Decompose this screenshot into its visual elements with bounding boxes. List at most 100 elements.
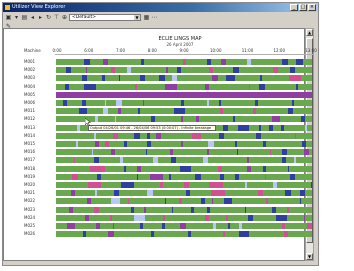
timeline-segment[interactable] — [131, 206, 134, 213]
timeline-segment[interactable] — [306, 223, 312, 229]
timeline-segment[interactable] — [187, 231, 191, 238]
timeline-segment[interactable] — [83, 231, 87, 238]
machine-timeline-row[interactable] — [56, 157, 312, 164]
timeline-segment[interactable] — [271, 206, 276, 213]
machine-timeline-row[interactable] — [56, 132, 312, 139]
timeline-segment[interactable] — [271, 116, 281, 123]
timeline-segment[interactable] — [262, 141, 266, 147]
timeline-segment[interactable] — [109, 214, 113, 221]
timeline-segment[interactable] — [119, 75, 121, 82]
timeline-segment[interactable] — [140, 75, 145, 82]
timeline-segment[interactable] — [246, 157, 249, 164]
timeline-segment[interactable] — [288, 75, 302, 82]
timeline-segment[interactable] — [218, 132, 224, 139]
timeline-segment[interactable] — [91, 149, 94, 156]
timeline-segment[interactable] — [265, 198, 268, 205]
timeline-segment[interactable] — [296, 83, 298, 90]
timeline-segment[interactable] — [96, 173, 101, 180]
timeline-segment[interactable] — [67, 223, 75, 229]
timeline-segment[interactable] — [248, 214, 254, 221]
timeline-segment[interactable] — [79, 108, 87, 115]
timeline-segment[interactable] — [142, 100, 144, 106]
timeline-segment[interactable] — [179, 198, 182, 205]
timeline-segment[interactable] — [82, 100, 86, 106]
timeline-segment[interactable] — [145, 149, 147, 156]
timeline-segment[interactable] — [202, 157, 209, 164]
timeline-segment[interactable] — [133, 132, 140, 139]
timeline-segment[interactable] — [194, 173, 202, 180]
timeline-segment[interactable] — [156, 132, 162, 139]
timeline-segment[interactable] — [165, 83, 178, 90]
timeline-segment[interactable] — [206, 149, 209, 156]
timeline-segment[interactable] — [113, 223, 115, 229]
timeline-segment[interactable] — [204, 214, 210, 221]
timeline-segment[interactable] — [201, 198, 206, 205]
timeline-segment[interactable] — [70, 190, 76, 197]
timeline-segment[interactable] — [93, 132, 96, 139]
timeline-segment[interactable] — [95, 190, 98, 197]
timeline-segment[interactable] — [208, 182, 223, 188]
timeline-segment[interactable] — [281, 149, 288, 156]
timeline-segment[interactable] — [139, 223, 143, 229]
close-button[interactable]: × — [308, 4, 316, 11]
chart-icon[interactable]: ▤ — [21, 14, 28, 21]
timeline-segment[interactable] — [207, 100, 210, 106]
timeline-segment[interactable] — [287, 108, 294, 115]
timeline-segment[interactable] — [228, 223, 231, 229]
timeline-segment[interactable] — [192, 132, 202, 139]
timeline-segment[interactable] — [233, 67, 239, 74]
timeline-segment[interactable] — [290, 67, 295, 74]
timeline-segment[interactable] — [208, 67, 214, 74]
machine-timeline-row[interactable] — [56, 182, 312, 188]
minimize-button[interactable]: _ — [290, 4, 298, 11]
timeline-segment[interactable] — [161, 223, 165, 229]
timeline-segment[interactable] — [196, 116, 200, 123]
timeline-segment[interactable] — [282, 157, 286, 164]
view-select[interactable]: <Default> ▼ — [69, 14, 141, 21]
machine-timeline-row[interactable] — [56, 190, 312, 197]
timeline-segment[interactable] — [182, 59, 187, 65]
zoom-icon[interactable]: ⊕ — [61, 14, 68, 21]
timeline-segment[interactable] — [244, 206, 246, 213]
timeline-segment[interactable] — [258, 83, 265, 90]
forward-icon[interactable]: ▸ — [37, 14, 44, 21]
timeline-segment[interactable] — [217, 165, 222, 172]
timeline-segment[interactable] — [102, 108, 108, 115]
timeline-segment[interactable] — [301, 116, 305, 123]
timeline-segment[interactable] — [302, 141, 306, 147]
timeline-segment[interactable] — [305, 124, 308, 131]
timeline-segment[interactable] — [95, 141, 99, 147]
machine-timeline-row[interactable] — [56, 165, 312, 172]
timeline-segment[interactable] — [95, 116, 99, 123]
timeline-segment[interactable] — [272, 67, 278, 74]
timeline-segment[interactable] — [153, 157, 158, 164]
timeline-segment[interactable] — [104, 141, 110, 147]
timeline-segment[interactable] — [136, 173, 138, 180]
timeline-segment[interactable] — [269, 149, 272, 156]
timeline-segment[interactable] — [255, 100, 259, 106]
timeline-segment[interactable] — [173, 108, 185, 115]
timeline-segment[interactable] — [220, 108, 223, 115]
settings-icon[interactable]: ⋯ — [151, 14, 158, 21]
timeline-segment[interactable] — [249, 83, 251, 90]
timeline-segment[interactable] — [151, 116, 156, 123]
maximize-button[interactable]: □ — [299, 4, 307, 11]
options-icon[interactable]: ▦ — [143, 14, 150, 21]
timeline-segment[interactable] — [281, 59, 288, 65]
timeline-segment[interactable] — [205, 83, 210, 90]
timeline-segment[interactable] — [282, 223, 285, 229]
timeline-segment[interactable] — [72, 173, 78, 180]
timeline-segment[interactable] — [171, 206, 173, 213]
timeline-segment[interactable] — [207, 206, 211, 213]
timeline-segment[interactable] — [281, 124, 284, 131]
timeline-segment[interactable] — [159, 75, 165, 82]
timeline-segment[interactable] — [283, 231, 288, 238]
timeline-segment[interactable] — [90, 165, 105, 172]
machine-timeline-row[interactable] — [56, 91, 312, 98]
timeline-segment[interactable] — [147, 190, 154, 197]
machine-timeline-row[interactable] — [56, 231, 312, 238]
timeline-segment[interactable] — [207, 59, 212, 65]
timeline-segment[interactable] — [105, 100, 107, 106]
timeline-segment[interactable] — [62, 100, 67, 106]
timeline-segment[interactable] — [303, 214, 306, 221]
